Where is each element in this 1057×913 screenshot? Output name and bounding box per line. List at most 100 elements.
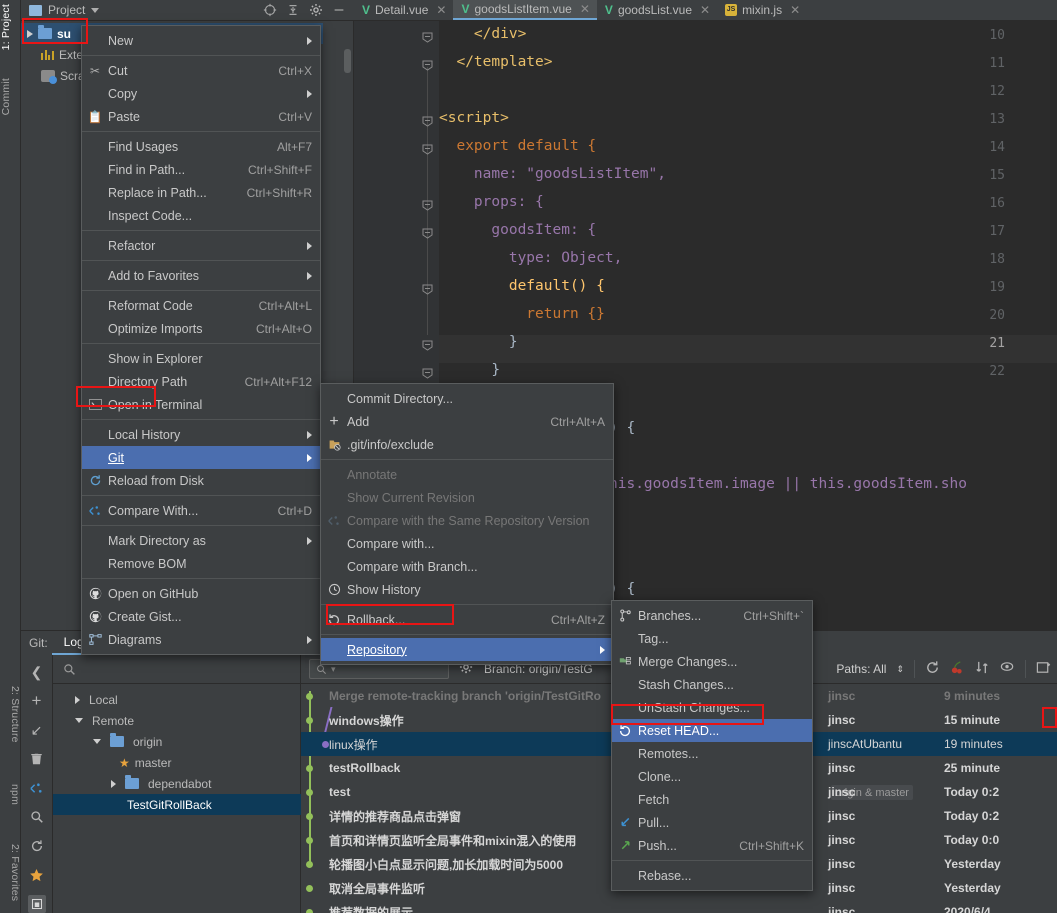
menu-item-refactor[interactable]: Refactor	[82, 234, 320, 257]
tab-mixin-js[interactable]: JS mixin.js ✕	[717, 0, 807, 20]
checkout-icon[interactable]: ↙	[28, 721, 46, 739]
sidebar-item-npm[interactable]: npm	[0, 784, 21, 805]
menu-item-replace-in-path[interactable]: Replace in Path... Ctrl+Shift+R	[82, 181, 320, 204]
hide-icon[interactable]	[332, 3, 346, 17]
close-icon[interactable]: ✕	[580, 2, 590, 16]
tree-node-external-libraries[interactable]: Exte	[21, 44, 83, 65]
chevron-updown-icon[interactable]: ⇕	[896, 664, 904, 675]
menu-item-branches[interactable]: Branches... Ctrl+Shift+`	[612, 604, 812, 627]
menu-item-rollback[interactable]: Rollback... Ctrl+Alt+Z	[321, 608, 613, 631]
menu-item-local-history[interactable]: Local History	[82, 423, 320, 446]
menu-item-optimize-imports[interactable]: Optimize Imports Ctrl+Alt+O	[82, 317, 320, 340]
menu-item-clone[interactable]: Clone...	[612, 765, 812, 788]
sidebar-item-commit[interactable]: Commit	[0, 78, 21, 115]
menu-item-show-in-explorer[interactable]: Show in Explorer	[82, 347, 320, 370]
collapse-icon[interactable]	[975, 660, 990, 678]
menu-item-new[interactable]: New	[82, 29, 320, 52]
menu-item-add[interactable]: + Add Ctrl+Alt+A	[321, 410, 613, 433]
branch-group-remote[interactable]: Remote	[53, 710, 134, 731]
tree-node-scratches[interactable]: Scra	[21, 65, 85, 86]
fold-marker-icon[interactable]	[422, 116, 433, 127]
menu-item-git-exclude[interactable]: .git/info/exclude	[321, 433, 613, 456]
refresh-icon[interactable]	[28, 837, 46, 855]
menu-item-open-in-terminal[interactable]: Open in Terminal	[82, 393, 320, 416]
branch-folder-dependabot[interactable]: dependabot	[53, 773, 211, 794]
editor-tab-bar[interactable]: V Detail.vue ✕ V goodsListItem.vue ✕ V g…	[354, 0, 1057, 21]
menu-item-reformat-code[interactable]: Reformat Code Ctrl+Alt+L	[82, 294, 320, 317]
menu-item-rebase[interactable]: Rebase...	[612, 864, 812, 887]
sidebar-item-project[interactable]: 1: Project	[0, 4, 21, 50]
menu-item-reset-head[interactable]: Reset HEAD...	[612, 719, 812, 742]
sidebar-item-structure[interactable]: 2: Structure	[0, 686, 21, 743]
fold-marker-icon[interactable]	[422, 32, 433, 43]
new-tab-icon[interactable]	[1036, 660, 1057, 678]
close-icon[interactable]: ✕	[790, 3, 800, 17]
chevron-down-icon[interactable]	[91, 7, 100, 13]
git-tool-window[interactable]: Git: Log: origin/TestGitRollBack Console…	[21, 630, 1057, 913]
git-submenu[interactable]: Commit Directory... + Add Ctrl+Alt+A .git/…	[320, 383, 614, 665]
branch-master[interactable]: ★ master	[53, 752, 171, 773]
menu-item-pull[interactable]: Pull...	[612, 811, 812, 834]
menu-item-repository[interactable]: Repository	[321, 638, 613, 661]
context-menu[interactable]: New ✂ Cut Ctrl+X Copy 📋 Paste Ctrl+V Find Us…	[81, 25, 321, 655]
gear-icon[interactable]	[309, 3, 323, 17]
menu-item-remove-bom[interactable]: Remove BOM	[82, 552, 320, 575]
favorite-star-icon[interactable]	[28, 866, 46, 884]
fold-marker-icon[interactable]	[422, 144, 433, 155]
show-details-icon[interactable]	[27, 895, 46, 913]
project-tree-scrollbar[interactable]	[344, 49, 351, 73]
fold-marker-icon[interactable]	[422, 284, 433, 295]
menu-item-reload-from-disk[interactable]: Reload from Disk	[82, 469, 320, 492]
compare-icon[interactable]	[28, 779, 46, 797]
branch-testgitrollback[interactable]: TestGitRollBack	[53, 794, 301, 815]
branch-folder-origin[interactable]: origin	[53, 731, 162, 752]
collapse-all-icon[interactable]	[286, 3, 300, 17]
branch-group-local[interactable]: Local	[53, 689, 118, 710]
repository-submenu[interactable]: Branches... Ctrl+Shift+` Tag... Merge Cha…	[611, 600, 813, 891]
menu-item-add-to-favorites[interactable]: Add to Favorites	[82, 264, 320, 287]
menu-item-find-in-path[interactable]: Find in Path... Ctrl+Shift+F	[82, 158, 320, 181]
branch-search-input[interactable]	[82, 662, 272, 676]
menu-item-cut[interactable]: ✂ Cut Ctrl+X	[82, 59, 320, 82]
fold-marker-icon[interactable]	[422, 200, 433, 211]
chevron-down-icon[interactable]	[75, 718, 83, 723]
fold-marker-icon[interactable]	[422, 60, 433, 71]
tab-goodslist-vue[interactable]: V goodsList.vue ✕	[597, 0, 717, 20]
table-row[interactable]: 推荐数据的展示 jinsc 2020/6/4	[301, 900, 1057, 913]
menu-item-compare-with[interactable]: Compare With... Ctrl+D	[82, 499, 320, 522]
favorite-star-icon[interactable]: ★	[119, 756, 130, 770]
collapse-left-icon[interactable]: ❮	[28, 663, 46, 681]
cherry-pick-icon[interactable]	[950, 660, 965, 678]
menu-item-tag[interactable]: Tag...	[612, 627, 812, 650]
menu-item-find-usages[interactable]: Find Usages Alt+F7	[82, 135, 320, 158]
menu-item-open-on-github[interactable]: Open on GitHub	[82, 582, 320, 605]
chevron-right-icon[interactable]	[111, 779, 116, 788]
menu-item-fetch[interactable]: Fetch	[612, 788, 812, 811]
menu-item-mark-directory-as[interactable]: Mark Directory as	[82, 529, 320, 552]
branch-search-row[interactable]	[53, 655, 301, 684]
menu-item-inspect-code[interactable]: Inspect Code...	[82, 204, 320, 227]
menu-item-unstash-changes[interactable]: UnStash Changes...	[612, 696, 812, 719]
locate-icon[interactable]	[263, 3, 277, 17]
menu-item-push[interactable]: Push... Ctrl+Shift+K	[612, 834, 812, 857]
menu-item-paste[interactable]: 📋 Paste Ctrl+V	[82, 105, 320, 128]
close-icon[interactable]: ✕	[700, 3, 710, 17]
menu-item-merge-changes[interactable]: Merge Changes...	[612, 650, 812, 673]
git-branch-tree-pane[interactable]: Local Remote origin ★ master dependabot …	[53, 655, 301, 913]
chevron-right-icon[interactable]	[27, 29, 33, 38]
menu-item-stash-changes[interactable]: Stash Changes...	[612, 673, 812, 696]
close-icon[interactable]: ✕	[436, 3, 446, 17]
tab-detail-vue[interactable]: V Detail.vue ✕	[354, 0, 453, 20]
search-icon[interactable]	[28, 808, 46, 826]
fold-marker-icon[interactable]	[422, 228, 433, 239]
fold-marker-icon[interactable]	[422, 368, 433, 379]
menu-item-diagrams[interactable]: Diagrams	[82, 628, 320, 651]
tab-goodslistitem-vue[interactable]: V goodsListItem.vue ✕	[453, 0, 597, 20]
fold-marker-icon[interactable]	[422, 340, 433, 351]
menu-item-commit-directory[interactable]: Commit Directory...	[321, 387, 613, 410]
paths-filter[interactable]: Paths: All	[836, 662, 886, 676]
eye-icon[interactable]	[1000, 660, 1015, 678]
chevron-right-icon[interactable]	[75, 695, 80, 704]
menu-item-directory-path[interactable]: Directory Path Ctrl+Alt+F12	[82, 370, 320, 393]
menu-item-remotes[interactable]: Remotes...	[612, 742, 812, 765]
